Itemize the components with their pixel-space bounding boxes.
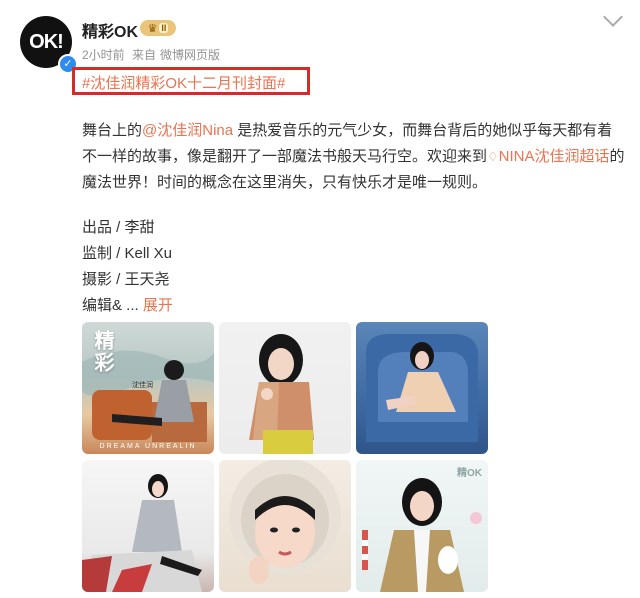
expand-link[interactable]: 展开 [143, 297, 173, 314]
vip-badge[interactable]: ♛ II [140, 20, 176, 36]
source-prefix: 来自 [132, 48, 157, 62]
crown-icon: ♛ [147, 22, 158, 35]
credit-line: 出品 / 李甜 [82, 219, 155, 236]
photo-illustration [82, 474, 202, 592]
credit-line: 监制 / Kell Xu [82, 245, 173, 262]
photo-illustration [366, 333, 479, 442]
photo-thumbnail[interactable]: 精彩 沈佳润 DREAMA UNREALIN [82, 322, 214, 454]
photo-caption: DREAMA UNREALIN [99, 443, 197, 450]
photo-illustration [362, 478, 482, 592]
post-meta: 2小时前 来自 微博网页版 [82, 46, 224, 63]
photo-thumbnail[interactable]: 精OK [356, 460, 488, 592]
photo-name-text: 沈佳润 [132, 382, 153, 389]
photo-illustration [249, 334, 314, 454]
credits: 出品 / 李甜 监制 / Kell Xu 摄影 / 王天尧 编辑& ... 展开 [82, 215, 173, 319]
username[interactable]: 精彩OK [82, 18, 138, 42]
post-time[interactable]: 2小时前 [82, 48, 125, 62]
topic-diamond-icon: ♢ [487, 149, 499, 164]
credit-line: 摄影 / 王天尧 [82, 271, 170, 288]
post-body: 舞台上的@沈佳润Nina 是热爱音乐的元气少女，而舞台背后的她似乎每天都有着不一… [82, 118, 627, 196]
credit-line-last: 编辑& ... 展开 [82, 293, 173, 319]
credit-line-text: 编辑& ... [82, 297, 139, 314]
avatar-text: OK! [29, 30, 64, 53]
chevron-down-icon[interactable] [603, 7, 623, 27]
photo-illustration [229, 460, 341, 584]
hashtag-link[interactable]: #沈佳润精彩OK十二月刊封面# [82, 72, 285, 93]
photo-thumbnail[interactable] [82, 460, 214, 592]
topic-link[interactable]: NINA沈佳润超话 [499, 148, 610, 165]
post-source: 微博网页版 [160, 48, 221, 62]
photo-thumbnail[interactable] [356, 322, 488, 454]
photo-thumbnail[interactable] [219, 460, 351, 592]
photo-grid: 精彩 沈佳润 DREAMA UNREALIN 精OK [82, 322, 488, 592]
photo-overlay-text: 精彩 [91, 330, 113, 374]
vip-level: II [159, 23, 169, 33]
mention-link[interactable]: @沈佳润Nina [142, 122, 233, 139]
photo-overlay-text: 精OK [457, 468, 482, 479]
photo-thumbnail[interactable] [219, 322, 351, 454]
post-text-1: 舞台上的 [82, 122, 143, 139]
